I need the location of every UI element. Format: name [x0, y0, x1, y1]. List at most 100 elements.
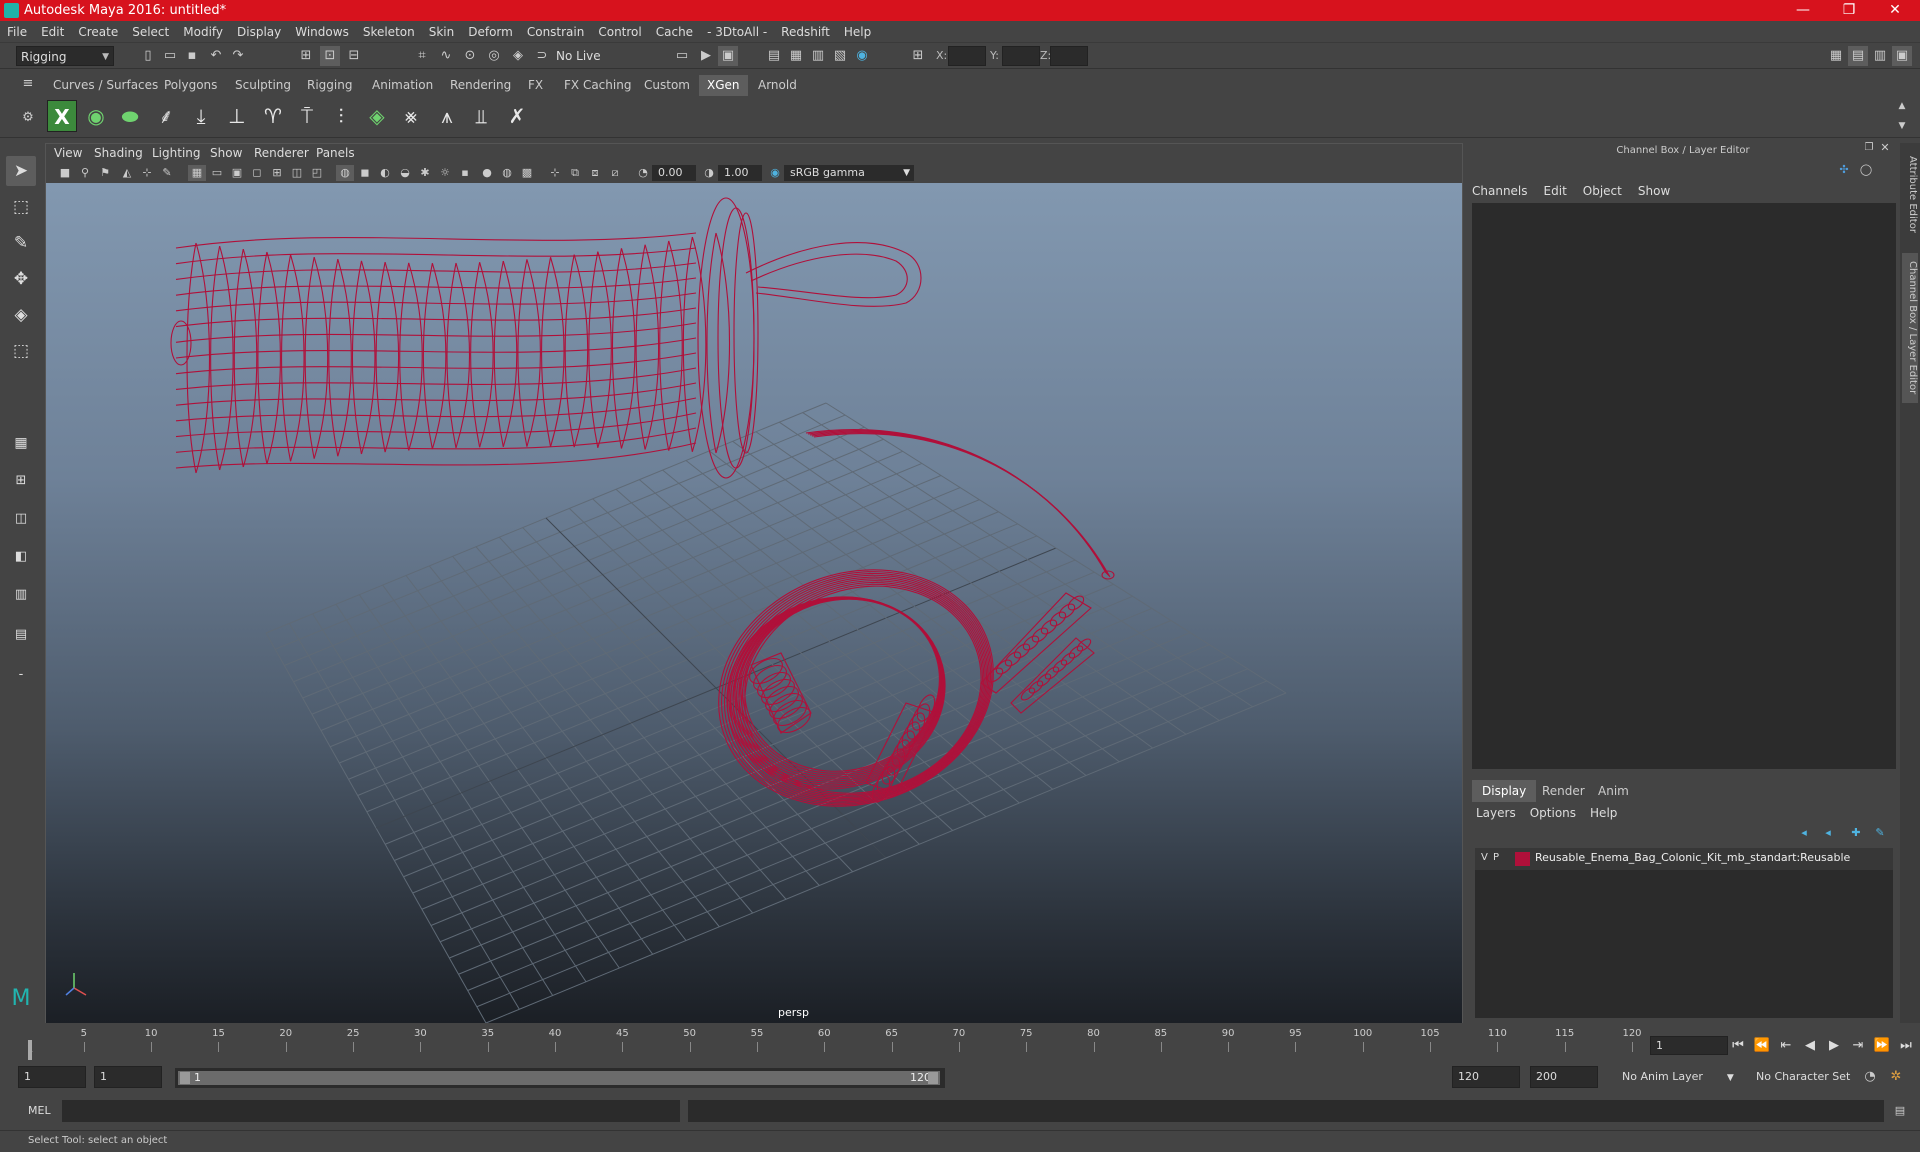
range-fill[interactable]: 1 120 [178, 1071, 940, 1085]
menu-set-dropdown[interactable]: Rigging ▼ [16, 46, 114, 66]
step-back-key-icon[interactable]: ⏪ [1752, 1037, 1772, 1055]
resolution-gate-icon[interactable]: ▣ [228, 165, 246, 181]
safe-action-icon[interactable]: ◫ [288, 165, 306, 181]
render-frame-icon[interactable]: ▥ [808, 46, 828, 66]
channel-box-body[interactable] [1472, 203, 1896, 769]
gamma-field[interactable]: 1.00 [718, 165, 762, 181]
2d-pan-zoom-icon[interactable]: ⊹ [138, 165, 156, 181]
layer-name[interactable]: Reusable_Enema_Bag_Colonic_Kit_mb_standa… [1535, 851, 1889, 864]
safe-title-icon[interactable]: ◰ [308, 165, 326, 181]
xgen-sculpt-icon[interactable]: ⩚ [432, 100, 462, 132]
shelf-tab-rigging[interactable]: Rigging [299, 75, 360, 96]
layer-color-swatch[interactable] [1515, 852, 1530, 866]
menu-display[interactable]: Display [230, 21, 288, 43]
xgen-editor-icon[interactable]: X [47, 100, 77, 132]
paint-select-tool-icon[interactable]: ✎ [6, 228, 36, 258]
menu-3dtoall[interactable]: - 3DtoAll - [700, 21, 774, 43]
gate-mask-icon[interactable]: ◻ [248, 165, 266, 181]
menu-file[interactable]: File [0, 21, 34, 43]
xgen-layers-icon[interactable]: ◈ [362, 100, 392, 132]
select-tool-icon[interactable]: ➤ [6, 156, 36, 186]
move-tool-icon[interactable]: ✥ [6, 264, 36, 294]
xgen-preview-icon[interactable]: ◉ [81, 100, 111, 132]
menu-modify[interactable]: Modify [176, 21, 230, 43]
side-tab-attribute-editor[interactable]: Attribute Editor [1902, 149, 1918, 239]
grease-pencil-icon[interactable]: ✎ [158, 165, 176, 181]
field-chart-icon[interactable]: ⊞ [268, 165, 286, 181]
hypershade-layout-icon[interactable]: ▥ [6, 580, 36, 610]
xgen-delete-icon[interactable]: ✗ [502, 100, 532, 132]
hypershade-icon[interactable]: ▦ [786, 46, 806, 66]
xray-joints-icon[interactable]: ⧈ [586, 165, 604, 181]
layer-menu-layers[interactable]: Layers [1476, 803, 1516, 823]
redo-icon[interactable]: ↷ [228, 46, 248, 66]
open-scene-icon[interactable]: ▭ [160, 46, 180, 66]
exposure-field[interactable]: 0.00 [652, 165, 696, 181]
render-seq-icon[interactable]: ▧ [830, 46, 850, 66]
range-bar[interactable]: 1 120 [175, 1068, 945, 1088]
input-ops-icon[interactable]: ▭ [672, 46, 692, 66]
grid-toggle-icon[interactable]: ▦ [188, 165, 206, 181]
menu-constrain[interactable]: Constrain [520, 21, 592, 43]
viewport-menu-renderer[interactable]: Renderer [254, 144, 309, 163]
anim-layer-dropdown[interactable]: No Anim Layer ▼ [1622, 1070, 1734, 1083]
z-field[interactable] [1050, 46, 1088, 66]
tab-render[interactable]: Render [1532, 780, 1595, 802]
menu-control[interactable]: Control [591, 21, 648, 43]
channel-box-slider-icon[interactable]: ◯ [1856, 160, 1876, 180]
depth-of-field-icon[interactable]: ▩ [518, 165, 536, 181]
current-frame-field[interactable]: 1 [1650, 1036, 1728, 1055]
wireframe-icon[interactable]: ◍ [336, 165, 354, 181]
viewport-menu-show[interactable]: Show [210, 144, 242, 163]
render-settings-icon[interactable]: ▤ [764, 46, 784, 66]
menu-edit[interactable]: Edit [34, 21, 71, 43]
shelf-tab-rendering[interactable]: Rendering [442, 75, 519, 96]
command-input[interactable] [62, 1100, 680, 1122]
tab-display[interactable]: Display [1472, 780, 1537, 802]
current-frame-marker[interactable] [28, 1040, 32, 1060]
select-hierarchy-icon[interactable]: ⊞ [296, 46, 316, 66]
menu-create[interactable]: Create [71, 21, 125, 43]
color-management-icon[interactable]: ◉ [766, 165, 784, 181]
viewport-menu-view[interactable]: View [54, 144, 82, 163]
viewport-menu-lighting[interactable]: Lighting [152, 144, 201, 163]
restore-button[interactable]: ❐ [1826, 0, 1872, 21]
select-object-icon[interactable]: ⊡ [320, 46, 340, 66]
film-gate-icon[interactable]: ▭ [208, 165, 226, 181]
transform-constraint-icon[interactable]: ⊞ [908, 46, 928, 66]
range-end-handle[interactable] [928, 1072, 938, 1084]
redshift-icon[interactable]: ◉ [852, 46, 872, 66]
textured-icon[interactable]: ◒ [396, 165, 414, 181]
tool-settings-toggle-icon[interactable]: ▥ [1870, 46, 1890, 66]
channel-box-menu-edit[interactable]: Edit [1544, 182, 1567, 200]
step-back-frame-icon[interactable]: ⇤ [1776, 1037, 1796, 1055]
undo-icon[interactable]: ↶ [206, 46, 226, 66]
command-language-label[interactable]: MEL [28, 1104, 51, 1117]
shelf-scroll-up-icon[interactable]: ▲ [1892, 96, 1912, 116]
single-view-layout-icon[interactable]: ▦ [6, 428, 36, 458]
ipr-render-icon[interactable]: ▣ [718, 46, 738, 66]
go-to-start-icon[interactable]: ⏮ [1728, 1037, 1748, 1055]
attribute-editor-toggle-icon[interactable]: ▤ [1848, 46, 1868, 66]
shelf-tab-sculpting[interactable]: Sculpting [227, 75, 299, 96]
shelf-tab-xgen[interactable]: XGen [699, 75, 748, 96]
y-field[interactable] [1002, 46, 1040, 66]
image-plane-icon[interactable]: ◭ [118, 165, 136, 181]
snap-curve-icon[interactable]: ∿ [436, 46, 456, 66]
menu-help[interactable]: Help [837, 21, 878, 43]
playback-start-field[interactable]: 1 [94, 1066, 162, 1088]
colorspace-dropdown[interactable]: sRGB gamma ▼ [784, 165, 914, 181]
xray-components-icon[interactable]: ⧄ [606, 165, 624, 181]
layer-row[interactable]: V P Reusable_Enema_Bag_Colonic_Kit_mb_st… [1475, 848, 1893, 870]
snap-point-icon[interactable]: ⊙ [460, 46, 480, 66]
shelf-menu-icon[interactable]: ≡ [18, 74, 38, 94]
menu-windows[interactable]: Windows [288, 21, 356, 43]
new-layer-selected-icon[interactable]: ✎ [1870, 823, 1890, 843]
snap-surface-icon[interactable]: ◈ [508, 46, 528, 66]
shelf-tab-fx-caching[interactable]: FX Caching [556, 75, 639, 96]
live-surface-field[interactable]: No Live Surface [552, 46, 646, 83]
play-forwards-icon[interactable]: ▶ [1824, 1037, 1844, 1055]
play-backwards-icon[interactable]: ◀ [1800, 1037, 1820, 1055]
bookmark-icon[interactable]: ⚑ [96, 165, 114, 181]
lasso-tool-icon[interactable]: ⬚ [6, 192, 36, 222]
